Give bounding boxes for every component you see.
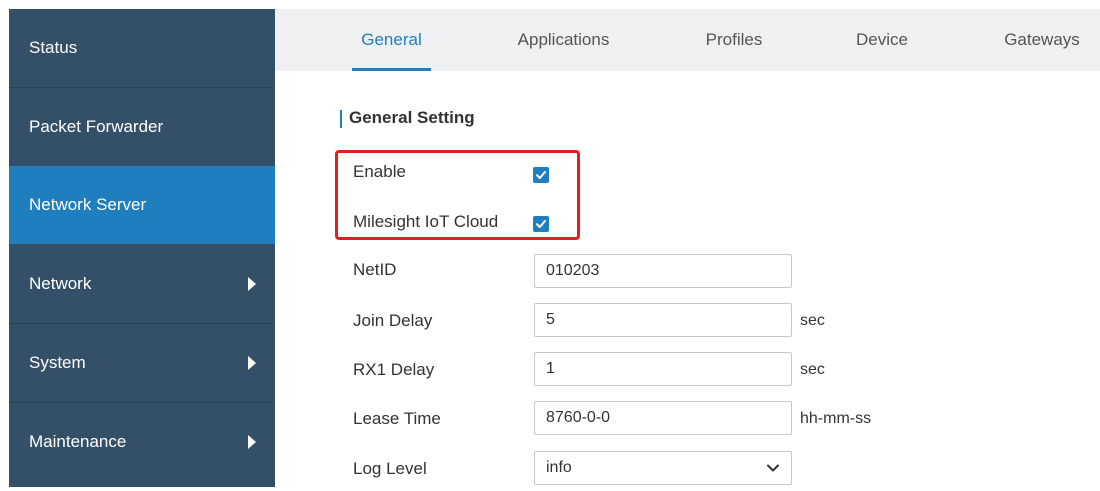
tab-device[interactable]: Device	[845, 9, 919, 71]
sidebar-item-label: Status	[29, 38, 78, 57]
checkmark-icon	[536, 220, 546, 228]
tab-general[interactable]: General	[352, 9, 431, 71]
rx1-delay-unit: sec	[800, 361, 825, 378]
tab-profiles[interactable]: Profiles	[695, 9, 773, 71]
section-title: General Setting	[349, 108, 475, 127]
checkmark-icon	[536, 171, 546, 179]
tab-bar: General Applications Profiles Device Gat…	[275, 9, 1100, 71]
section-accent-bar	[340, 110, 342, 128]
rx1-delay-input[interactable]: 1	[534, 352, 792, 386]
netid-value: 010203	[546, 262, 600, 279]
tab-gateways[interactable]: Gateways	[991, 9, 1093, 71]
lease-time-input[interactable]: 8760-0-0	[534, 401, 792, 435]
enable-checkbox[interactable]	[533, 167, 549, 183]
join-delay-value: 5	[546, 311, 555, 328]
netid-label: NetID	[353, 260, 397, 279]
log-level-label: Log Level	[353, 459, 427, 478]
tab-applications[interactable]: Applications	[502, 9, 625, 71]
sidebar-item-network[interactable]: Network	[9, 245, 275, 323]
lease-time-unit: hh-mm-ss	[800, 410, 872, 427]
chevron-right-icon	[248, 435, 256, 449]
netid-input[interactable]: 010203	[534, 254, 792, 288]
log-level-select[interactable]: info	[534, 451, 792, 485]
lease-time-label: Lease Time	[353, 409, 441, 428]
milesight-cloud-label: Milesight IoT Cloud	[353, 212, 499, 231]
sidebar-item-label: Network Server	[29, 195, 147, 214]
join-delay-unit: sec	[800, 312, 825, 329]
sidebar-item-system[interactable]: System	[9, 324, 275, 402]
join-delay-input[interactable]: 5	[534, 303, 792, 337]
chevron-right-icon	[248, 277, 256, 291]
rx1-delay-label: RX1 Delay	[353, 360, 435, 379]
sidebar-item-packet-forwarder[interactable]: Packet Forwarder	[9, 88, 275, 166]
chevron-down-icon	[767, 464, 779, 472]
chevron-right-icon	[248, 356, 256, 370]
sidebar-item-label: Network	[29, 274, 92, 293]
sidebar: Status Packet Forwarder Network Server N…	[9, 9, 275, 487]
lease-time-value: 8760-0-0	[546, 409, 611, 426]
sidebar-item-label: Maintenance	[29, 432, 127, 451]
sidebar-item-maintenance[interactable]: Maintenance	[9, 403, 275, 481]
sidebar-item-label: System	[29, 353, 86, 372]
sidebar-item-status[interactable]: Status	[9, 9, 275, 87]
join-delay-label: Join Delay	[353, 311, 433, 330]
enable-label: Enable	[353, 162, 406, 181]
sidebar-item-network-server[interactable]: Network Server	[9, 166, 275, 244]
sidebar-item-label: Packet Forwarder	[29, 117, 164, 136]
log-level-value: info	[546, 459, 572, 476]
rx1-delay-value: 1	[546, 360, 555, 377]
milesight-cloud-checkbox[interactable]	[533, 216, 549, 232]
